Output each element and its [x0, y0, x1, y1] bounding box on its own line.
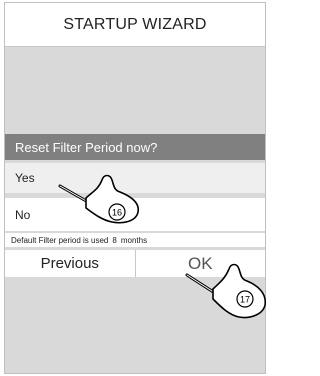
info-unit: months	[120, 235, 148, 245]
info-text: Default Filter period is used	[11, 235, 109, 245]
question-header: Reset Filter Period now?	[5, 134, 265, 160]
hand-pointer-icon: 16	[58, 174, 140, 224]
hand-pointer-icon: 17	[185, 263, 267, 319]
option-no-label: No	[15, 207, 31, 222]
step-17-label: 17	[240, 295, 250, 305]
page-title: STARTUP WIZARD	[5, 3, 265, 47]
step-16-label: 16	[112, 208, 122, 218]
filter-period-info: Default Filter period is used 8 months	[5, 233, 265, 247]
info-value: 8	[112, 235, 117, 245]
previous-button[interactable]: Previous	[5, 250, 136, 277]
option-yes-label: Yes	[15, 171, 35, 185]
hand-pointer-callout-17: 17	[185, 255, 270, 330]
hand-pointer-callout-16: 16	[58, 168, 153, 233]
